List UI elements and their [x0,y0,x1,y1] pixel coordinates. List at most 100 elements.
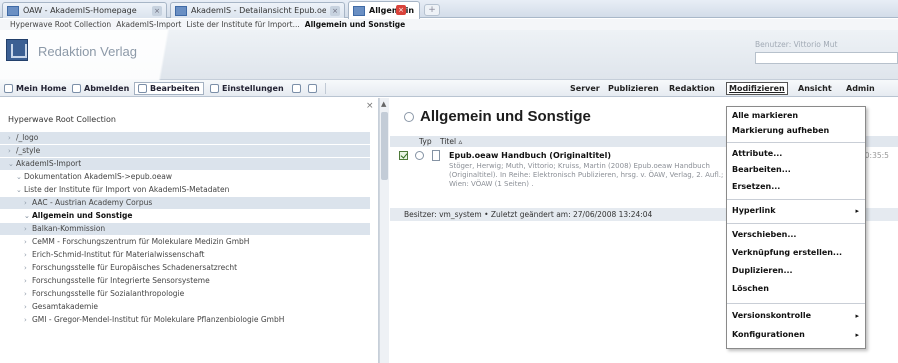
scroll-up-icon[interactable]: ▲ [381,100,386,108]
menu-item[interactable]: Bearbeiten... [727,163,865,177]
window-icon [308,84,317,93]
column-header-titel[interactable]: Titel ▵ [440,136,462,147]
tree-toggle-icon[interactable]: › [24,197,32,209]
menu-item-label: Ersetzen... [732,182,781,191]
info-icon[interactable] [415,151,424,160]
abmelden-button[interactable]: Abmelden [72,82,129,95]
submenu-arrow-icon: ▸ [855,207,859,215]
menu-item[interactable]: Alle markieren [727,109,865,123]
tree-item[interactable]: ⌄ Allgemein und Sonstige [0,210,370,222]
tree-toggle-icon[interactable]: › [24,223,32,235]
page-favicon-icon [353,5,365,16]
tree-toggle-icon[interactable]: › [8,132,16,144]
menu-separator [727,142,865,143]
tree-item-label: Liste der Institute für Import von Akade… [24,185,230,194]
breadcrumb-item[interactable]: AkademIS-Import [116,20,181,29]
menu-ansicht[interactable]: Ansicht [798,82,832,95]
tree-toggle-icon[interactable]: › [24,236,32,248]
toolbar-divider [325,83,326,94]
menu-redaktion[interactable]: Redaktion [669,82,715,95]
user-field[interactable] [755,52,898,64]
tree-item[interactable]: ⌄ AkademIS-Import [0,158,370,170]
tree-toggle-icon[interactable]: › [24,275,32,287]
tree-item[interactable]: › AAC - Austrian Academy Corpus [0,197,370,209]
browser-tab-detailansicht[interactable]: AkademIS - Detailansicht Epub.oeaw H... … [170,2,345,18]
tree-toggle-icon[interactable]: ⌄ [16,171,24,183]
column-header-typ[interactable]: Typ [419,136,432,147]
entry-title[interactable]: Epub.oeaw Handbuch (Originaltitel) [449,151,611,160]
tree-item[interactable]: › GMI - Gregor-Mendel-Institut für Moleku… [0,314,370,326]
bearbeiten-button[interactable]: Bearbeiten [134,82,204,95]
tree-toggle-icon[interactable]: › [24,262,32,274]
row-checkbox[interactable] [399,151,408,160]
menu-item[interactable]: Attribute... [727,147,865,161]
close-tab-icon[interactable]: × [152,5,162,16]
tree-scrollbar[interactable]: ▲ [379,98,389,363]
tree-item-label: Allgemein und Sonstige [32,211,133,220]
tree-toggle-icon[interactable]: ⌄ [16,184,24,196]
settings-icon [210,84,219,93]
browser-tab-homepage[interactable]: ÖAW - AkademIS-Homepage × [2,2,167,18]
close-tab-icon[interactable]: × [330,5,340,16]
active-tab-close[interactable]: × [396,4,414,16]
tree-item[interactable]: › Erich-Schmid-Institut für Materialwisse… [0,249,370,261]
tree-item[interactable]: ⌄ Liste der Institute für Import von Akad… [0,184,370,196]
menu-item[interactable]: Ersetzen... [727,180,865,194]
menu-item[interactable]: Konfigurationen ▸ [727,328,865,342]
mein-home-label: Mein Home [16,84,67,93]
tree-item-label: CeMM - Forschungszentrum für Molekulare … [32,237,250,246]
tree-toggle-icon[interactable]: › [24,314,32,326]
tree-toggle-icon[interactable]: › [24,288,32,300]
menu-separator [727,303,865,304]
menu-modifizieren[interactable]: Modifizieren [726,82,788,95]
tree-toggle-icon[interactable]: ⌄ [24,210,32,222]
tree-toggle-icon[interactable]: › [24,301,32,313]
menu-item-label: Markierung aufheben [732,126,830,135]
tree-item[interactable]: ›/_style [0,145,370,157]
menu-publizieren[interactable]: Publizieren [608,82,659,95]
help-icon [292,84,301,93]
home-icon [4,84,13,93]
tree-toggle-icon[interactable]: › [8,145,16,157]
tree-toggle-icon[interactable]: › [24,249,32,261]
mein-home-button[interactable]: Mein Home [4,82,67,95]
window-button[interactable] [308,82,317,95]
tree-root[interactable]: Hyperwave Root Collection [8,115,116,124]
page-title: Allgemein und Sonstige [420,108,591,125]
menu-admin[interactable]: Admin [846,82,875,95]
tree-item[interactable]: ›/_logo [0,132,370,144]
tree-item[interactable]: › Balkan-Kommission [0,223,370,235]
tree-toggle-icon[interactable]: ⌄ [8,158,16,170]
menu-item[interactable]: Verschieben... [727,228,865,242]
tree-item[interactable]: ⌄ Dokumentation AkademIS->epub.oeaw [0,171,370,183]
close-pane-icon[interactable]: × [366,101,374,111]
modifizieren-dropdown-menu: Alle markieren Markierung aufheben Attribu… [726,106,866,349]
tree-item[interactable]: › Gesamtakademie [0,301,370,313]
tab-label: AkademIS - Detailansicht Epub.oeaw H... [191,6,326,15]
building-logo-icon [6,39,28,61]
tree-item[interactable]: › Forschungsstelle für Sozialanthropologi… [0,288,370,300]
menu-item[interactable]: Hyperlink ▸ [727,204,865,218]
menu-item[interactable]: Versionskontrolle ▸ [727,309,865,323]
menu-item-label: Verknüpfung erstellen... [732,248,843,257]
breadcrumb-item[interactable]: Liste der Institute für Import... [186,20,299,29]
scrollbar-thumb[interactable] [381,112,388,180]
help-button[interactable] [292,82,301,95]
tree-item[interactable]: › CeMM - Forschungszentrum für Molekulare… [0,236,370,248]
tree-item-label: Balkan-Kommission [32,224,106,233]
new-tab-button[interactable]: + [424,4,440,16]
abmelden-label: Abmelden [84,84,130,93]
menu-item[interactable]: Verknüpfung erstellen... [727,246,865,260]
tree-item[interactable]: › Forschungsstelle für Europäisches Schad… [0,262,370,274]
close-tab-icon[interactable]: × [396,5,406,15]
menu-item-label: Konfigurationen [732,330,805,339]
menu-item-label: Duplizieren... [732,266,793,275]
menu-server[interactable]: Server [570,82,600,95]
menu-item[interactable]: Löschen [727,282,865,296]
menu-item[interactable]: Duplizieren... [727,264,865,278]
menu-item[interactable]: Markierung aufheben [727,124,865,138]
einstellungen-button[interactable]: Einstellungen [210,82,284,95]
logout-icon [72,84,81,93]
tree-item[interactable]: › Forschungsstelle für Integrierte Sensor… [0,275,370,287]
breadcrumb-item[interactable]: Hyperwave Root Collection [10,20,111,29]
